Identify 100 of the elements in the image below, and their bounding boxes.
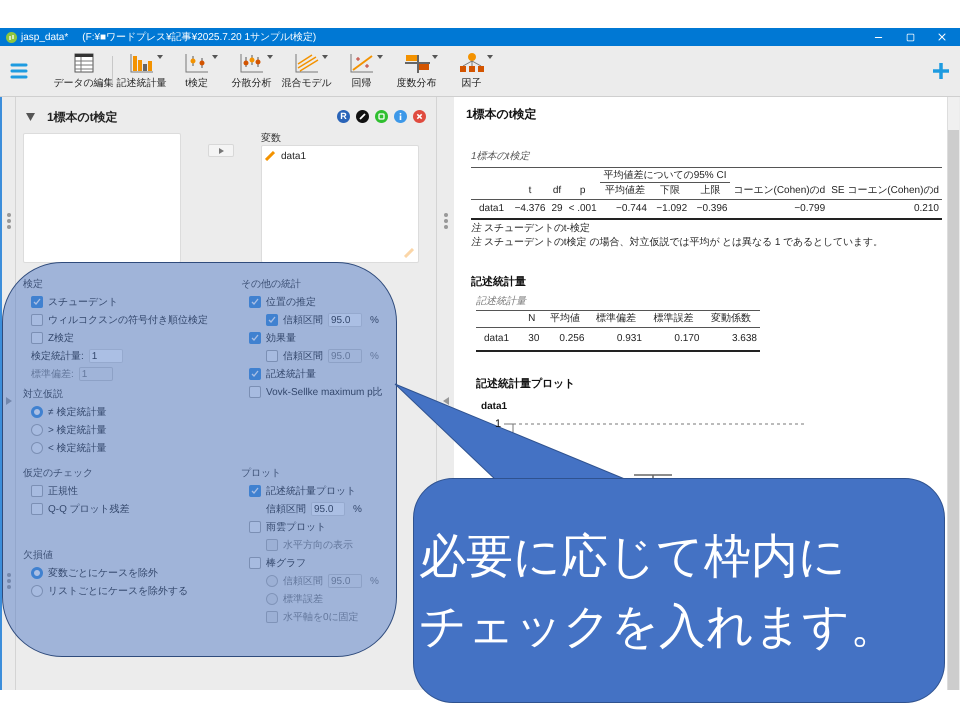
option-label: 変数ごとにケースを除外 (48, 566, 158, 580)
option-label: ウィルコクスンの符号付き順位検定 (48, 314, 208, 328)
drag-handle-icon[interactable] (442, 212, 448, 230)
number-field[interactable]: 95.0 (328, 313, 362, 327)
column-header: 平均値 (550, 312, 580, 324)
section-heading: その他の統計 (241, 278, 302, 292)
number-field[interactable]: 95.0 (311, 502, 345, 516)
table-cell: data1 (479, 203, 504, 214)
checkbox[interactable] (249, 485, 261, 497)
menu-button[interactable] (9, 61, 29, 81)
checkbox[interactable] (249, 296, 261, 308)
collapse-arrow-icon[interactable] (442, 397, 448, 405)
option-label: リストごとにケースを除外する (48, 584, 188, 598)
variable-item[interactable]: data1 (281, 148, 306, 164)
option-label: 記述統計量プロット (266, 484, 356, 498)
assign-button[interactable] (208, 144, 234, 157)
column-header: 平均値差 (604, 185, 645, 196)
checkbox[interactable] (31, 296, 43, 308)
table-cell: −0.744 (616, 203, 647, 214)
table-caption: 記述統計量 (476, 296, 528, 308)
check-icon (251, 298, 259, 306)
drag-handle-icon[interactable] (6, 572, 12, 590)
play-icon (218, 148, 224, 154)
check-icon (268, 316, 276, 324)
section-heading: 仮定のチェック (23, 466, 94, 481)
checkbox[interactable] (249, 386, 261, 398)
table-note: 注 スチューデントのt-検定 (471, 222, 591, 236)
toolbar-button[interactable]: 度数分布 (389, 49, 444, 93)
plot-title: data1 (481, 400, 508, 414)
checkbox[interactable] (31, 503, 43, 515)
drag-handle-icon[interactable] (6, 212, 12, 230)
radio-button[interactable] (31, 406, 43, 418)
toolbar-button[interactable]: 記述統計量 (114, 49, 169, 93)
close-icon[interactable] (413, 110, 426, 123)
column-header: N (528, 312, 536, 324)
table-cell: 0.170 (674, 332, 700, 344)
option-label: スチューデント (48, 296, 118, 310)
pencil-icon[interactable] (356, 110, 369, 123)
column-header: コーエン(Cohen)のd (733, 185, 826, 196)
table-cell: −0.799 (794, 203, 826, 214)
option-label: 信頼区間 (266, 502, 306, 516)
table-cell: data1 (484, 332, 510, 344)
expand-arrow-icon[interactable] (6, 397, 12, 405)
option-label: 記述統計量 (266, 368, 316, 382)
option-label: 信頼区間 (283, 350, 323, 364)
check-icon (251, 370, 259, 378)
radio-button[interactable] (31, 424, 43, 436)
collapse-arrow-icon[interactable] (26, 112, 35, 120)
option-label: < 検定統計量 (48, 442, 107, 456)
checkbox[interactable] (31, 314, 43, 326)
variables-list[interactable]: data1 (261, 145, 419, 263)
option-label: 検定統計量: (31, 350, 84, 364)
ruler-icon (265, 151, 275, 161)
option-label: 正規性 (48, 484, 78, 498)
table-caption: 1標本のt検定 (471, 150, 531, 164)
table-cell: −4.376 (514, 203, 546, 214)
column-header: t (528, 185, 532, 196)
toolbar-button[interactable]: データの編集 (56, 49, 111, 93)
section-heading: 対立仮説 (23, 388, 64, 402)
section-heading: プロット (241, 466, 282, 481)
checkbox[interactable] (249, 332, 261, 344)
checkbox[interactable] (31, 485, 43, 497)
checkbox[interactable] (249, 368, 261, 380)
checkbox[interactable] (249, 521, 261, 533)
column-header: 標準誤差 (654, 312, 694, 324)
results-title: 1標本のt検定 (466, 106, 538, 123)
analysis-title: 1標本のt検定 (47, 108, 118, 126)
radio-button[interactable] (31, 442, 43, 454)
r-code-button[interactable]: R (337, 110, 350, 123)
toolbar-button[interactable]: t検定 (169, 49, 224, 93)
toolbar-button[interactable]: 回帰 (334, 49, 389, 93)
section-heading: 欠損値 (23, 549, 54, 563)
option-label: 効果量 (266, 332, 296, 346)
info-icon[interactable] (394, 110, 407, 123)
checkbox[interactable] (266, 314, 278, 326)
file-path: (F:¥■ワードプレス¥記事¥2025.7.20 1サンプルt検定) (82, 30, 316, 44)
table-cell: 0.931 (616, 332, 642, 344)
unit-label: % (353, 502, 362, 516)
add-button[interactable] (931, 61, 951, 81)
menu-icon (10, 63, 28, 79)
column-header: df (552, 185, 562, 196)
option-label: 標準偏差: (31, 368, 74, 382)
number-field[interactable]: 1 (88, 349, 123, 363)
table-cell: −0.396 (696, 203, 728, 214)
column-header: p (580, 185, 586, 196)
available-variables-list[interactable] (23, 133, 181, 263)
option-label: Z検定 (48, 332, 74, 346)
option-label: Q-Q プロット残差 (48, 502, 130, 516)
radio-button[interactable] (31, 585, 43, 597)
table-cell: < .001 (568, 203, 597, 214)
toolbar-button[interactable]: 因子 (444, 49, 499, 93)
column-header: 下限 (660, 185, 680, 196)
radio-button[interactable] (31, 567, 43, 579)
copy-icon[interactable] (375, 110, 388, 123)
toolbar-button[interactable]: 分散分析 (224, 49, 279, 93)
checkbox[interactable] (249, 557, 261, 569)
checkbox[interactable] (31, 332, 43, 344)
option-label: 信頼区間 (283, 574, 323, 588)
toolbar-button[interactable]: 混合モデル (279, 49, 334, 93)
checkbox[interactable] (266, 350, 278, 362)
